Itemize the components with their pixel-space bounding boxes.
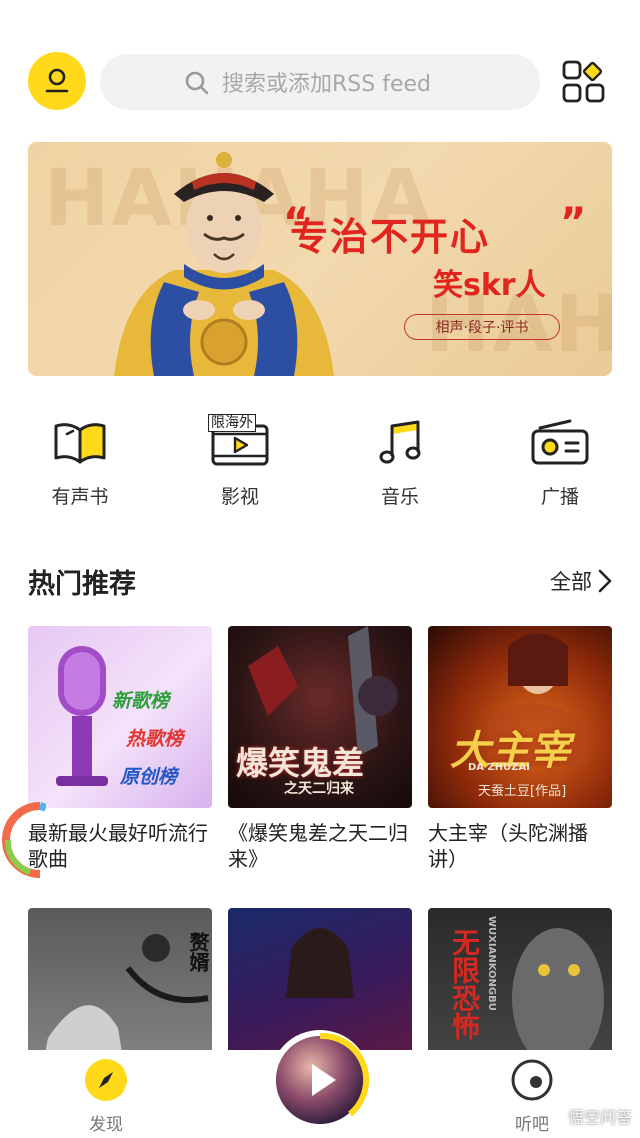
cover-text: WUXIANKONGBU	[486, 916, 497, 1011]
apps-grid-icon	[562, 60, 605, 103]
radio-icon	[531, 419, 589, 465]
promo-banner[interactable]: HAHAHA HAH “ 专治不开心 ” 笑skr人 相声·段子·评书	[28, 142, 612, 376]
banner-headline: 专治不开心	[290, 215, 491, 259]
chevron-right-icon	[598, 569, 612, 593]
listen-icon	[511, 1059, 553, 1101]
category-label: 影视	[220, 486, 259, 508]
cover-text: 赘婿	[186, 932, 210, 972]
card-title: 最新最火最好听流行歌曲	[28, 821, 208, 871]
cover-text: 无限恐怖	[448, 928, 481, 1040]
cover-image: 爆笑鬼差 之天二归来	[228, 626, 412, 808]
banner-subtitle: 笑skr人	[433, 268, 546, 303]
cover-text: 热歌榜	[126, 728, 184, 750]
top-bar: 搜索或添加RSS feed	[28, 52, 612, 112]
quote-close: ”	[560, 200, 587, 246]
mini-player[interactable]	[270, 1030, 370, 1130]
recommend-card[interactable]: 新歌榜 热歌榜 原创榜 最新最火最好听流行歌曲	[28, 626, 212, 872]
section-title: 热门推荐	[28, 569, 136, 600]
cover-text: DA ZHUZAI	[468, 762, 530, 773]
recommend-card[interactable]: 爆笑鬼差 之天二归来 《爆笑鬼差之天二归来》	[228, 626, 412, 872]
category-row: 有声书 限海外 影视 音乐 广播	[0, 412, 640, 512]
nav-discover[interactable]: 发现	[56, 1058, 156, 1135]
category-label: 广播	[540, 486, 579, 508]
music-note-icon	[379, 420, 421, 464]
category-audiobook[interactable]: 有声书	[20, 412, 140, 509]
card-title: 《爆笑鬼差之天二归来》	[228, 821, 408, 871]
watermark: 悟空问答	[567, 1108, 632, 1127]
search-input[interactable]: 搜索或添加RSS feed	[100, 54, 540, 110]
search-icon	[185, 71, 209, 95]
book-icon	[54, 423, 106, 464]
category-label: 音乐	[380, 486, 419, 508]
overseas-badge: 限海外	[208, 414, 256, 432]
cover-image: 大主宰 DA ZHUZAI 天蚕土豆[作品]	[428, 626, 612, 808]
card-title: 大主宰（头陀渊播讲）	[428, 821, 588, 871]
cover-text: 新歌榜	[112, 690, 170, 712]
category-radio[interactable]: 广播	[500, 412, 620, 509]
user-icon	[45, 68, 69, 93]
category-music[interactable]: 音乐	[340, 412, 460, 509]
recommend-card[interactable]: 大主宰 DA ZHUZAI 天蚕土豆[作品] 大主宰（头陀渊播讲）	[428, 626, 612, 872]
cover-text: 天蚕土豆[作品]	[478, 784, 567, 799]
cover-text: 原创榜	[120, 766, 178, 788]
player-disc	[276, 1032, 370, 1124]
category-label: 有声书	[51, 486, 109, 508]
cover-text: 之天二归来	[284, 781, 354, 797]
apps-button[interactable]	[562, 60, 606, 104]
see-all-label: 全部	[550, 570, 592, 594]
category-video[interactable]: 限海外 影视	[180, 412, 300, 509]
profile-button[interactable]	[28, 52, 86, 110]
see-all-link[interactable]: 全部	[550, 566, 612, 596]
banner-tag: 相声·段子·评书	[404, 314, 560, 340]
search-placeholder: 搜索或添加RSS feed	[222, 72, 431, 97]
floating-widget-icon[interactable]	[0, 800, 46, 880]
compass-icon	[85, 1059, 127, 1101]
nav-label: 发现	[89, 1115, 123, 1135]
cover-image: 新歌榜 热歌榜 原创榜	[28, 626, 212, 808]
